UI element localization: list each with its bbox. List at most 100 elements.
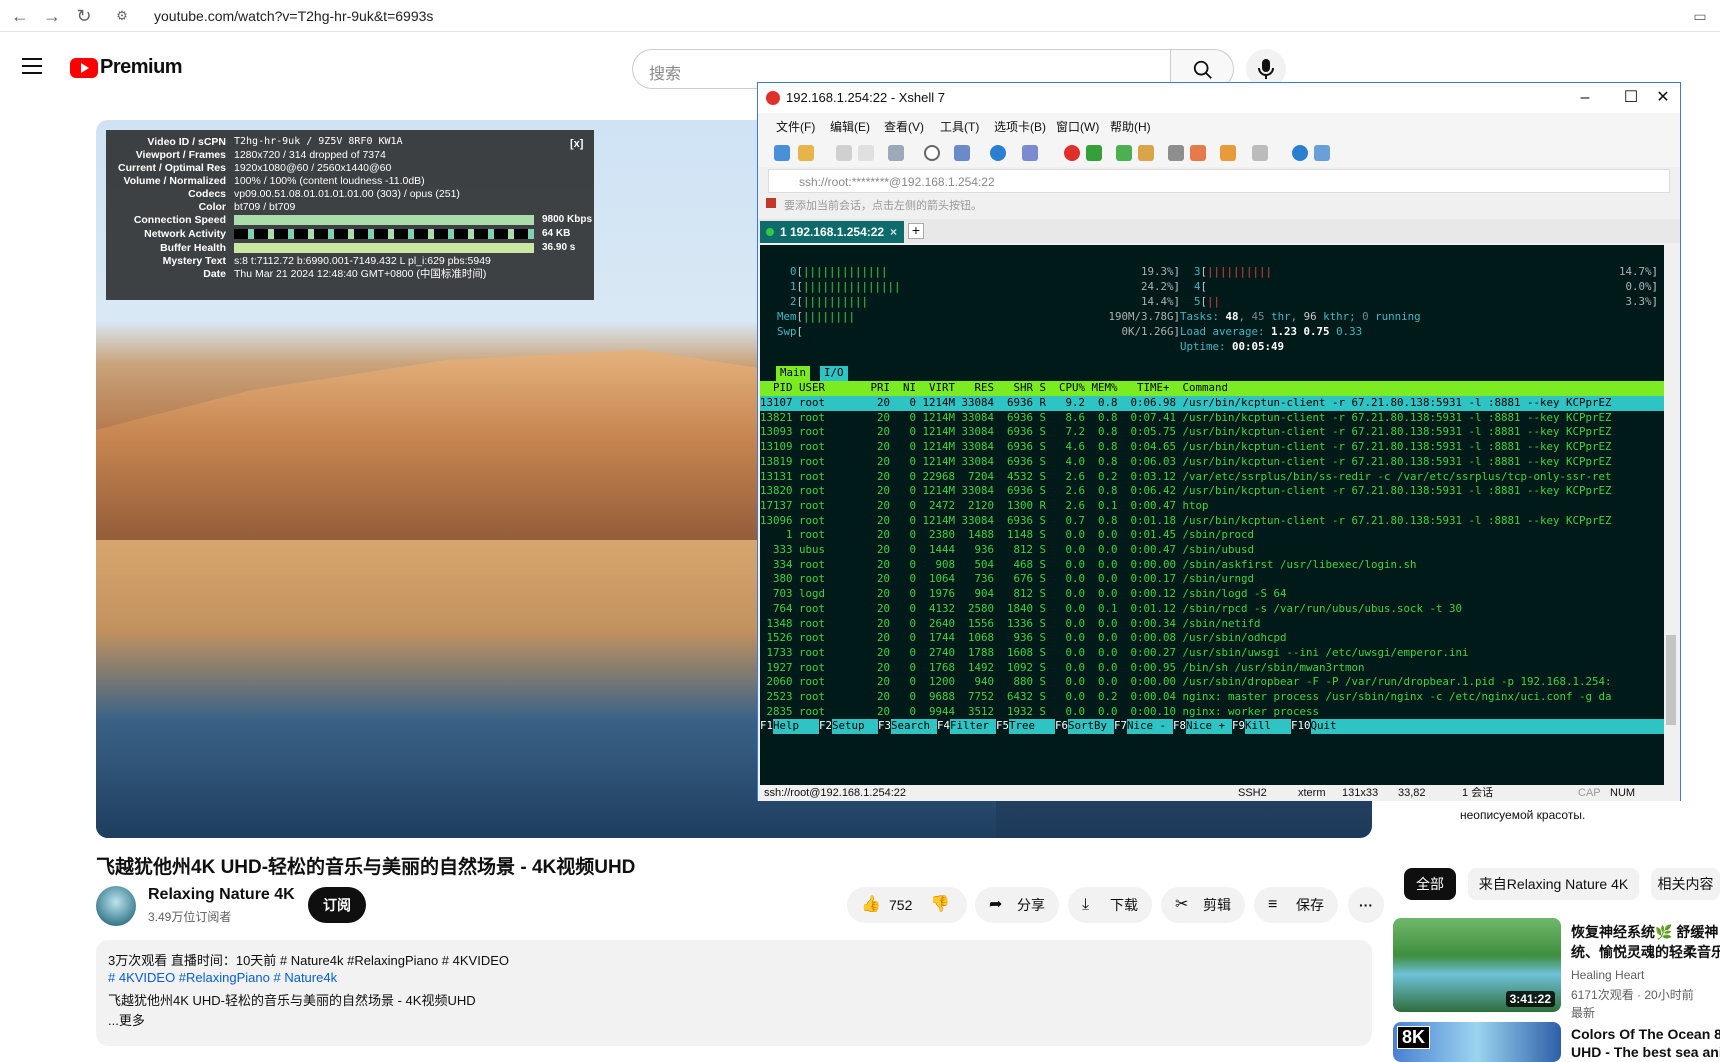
new-session-icon[interactable] xyxy=(774,145,790,161)
fkey-label[interactable]: Help xyxy=(773,719,819,734)
youtube-logo-icon[interactable] xyxy=(70,58,98,78)
help-icon[interactable] xyxy=(1292,145,1308,161)
channel-name[interactable]: Relaxing Nature 4K xyxy=(148,886,295,904)
description-hashtags[interactable]: # 4KVIDEO #RelaxingPiano # Nature4k xyxy=(108,970,337,985)
menu-icon[interactable] xyxy=(22,58,42,74)
process-row[interactable]: 334 root 20 0 908 504 468 S 0.0 0.0 0:00… xyxy=(760,558,1417,573)
close-icon[interactable]: ✕ xyxy=(1648,87,1678,109)
forward-icon[interactable]: → xyxy=(42,6,62,26)
related-video-title[interactable]: Colors Of The Ocean 8K xyxy=(1571,1026,1720,1042)
video-thumbnail[interactable]: 8K xyxy=(1393,1022,1561,1062)
transfer-icon[interactable] xyxy=(954,145,970,161)
fkey-f3[interactable]: F3 xyxy=(878,719,891,734)
related-video-channel[interactable]: Healing Heart xyxy=(1571,968,1644,982)
menu-help[interactable]: 帮助(H) xyxy=(1110,118,1151,135)
session-address-bar[interactable]: ssh://root:********@192.168.1.254:22 xyxy=(768,169,1670,193)
properties-icon[interactable] xyxy=(888,145,904,161)
process-row[interactable]: 13109 root 20 0 1214M 33084 6936 S 4.6 0… xyxy=(760,440,1612,455)
process-row[interactable]: 1733 root 20 0 2740 1788 1608 S 0.0 0.0 … xyxy=(760,646,1469,661)
fkey-label[interactable]: Nice + xyxy=(1186,719,1232,734)
chat-icon[interactable] xyxy=(1314,145,1330,161)
fkey-label[interactable]: Search xyxy=(891,719,937,734)
chip-related[interactable]: 相关内容 xyxy=(1651,868,1720,900)
fkey-label[interactable]: Quit xyxy=(1310,719,1664,734)
process-row[interactable]: 2835 root 20 0 9944 3512 1932 S 0.0 0.0 … xyxy=(760,705,1320,720)
minimize-icon[interactable]: – xyxy=(1570,87,1600,109)
fkey-f6[interactable]: F6 xyxy=(1055,719,1068,734)
related-video-title[interactable]: 恢复神经系统🌿 舒缓神 xyxy=(1571,922,1718,942)
xshell-titlebar[interactable]: 192.168.1.254:22 - Xshell 7 – ☐ ✕ xyxy=(758,83,1680,113)
fkey-f8[interactable]: F8 xyxy=(1173,719,1186,734)
fkey-label[interactable]: Kill xyxy=(1245,719,1291,734)
chip-all[interactable]: 全部 xyxy=(1404,868,1456,900)
process-row[interactable]: 2523 root 20 0 9688 7752 6432 S 0.0 0.2 … xyxy=(760,690,1612,705)
menu-file[interactable]: 文件(F) xyxy=(776,118,815,135)
more-actions-button[interactable]: ··· xyxy=(1348,887,1384,923)
fkey-f10[interactable]: F10 xyxy=(1291,719,1311,734)
description-box[interactable]: 3万次观看 直播时间：10天前 # Nature4k #RelaxingPian… xyxy=(96,940,1372,1046)
process-row[interactable]: 13096 root 20 0 1214M 33084 6936 S 0.7 0… xyxy=(760,514,1612,529)
save-button[interactable]: ≡ 保存 xyxy=(1254,887,1338,923)
fullscreen-icon[interactable] xyxy=(1116,145,1132,161)
show-more-link[interactable]: ...更多 xyxy=(108,1010,145,1029)
process-row[interactable]: 13821 root 20 0 1214M 33084 6936 S 8.6 0… xyxy=(760,411,1612,426)
menu-edit[interactable]: 编辑(E) xyxy=(830,118,870,135)
fkey-f2[interactable]: F2 xyxy=(819,719,832,734)
process-row[interactable]: 703 logd 20 0 1976 904 812 S 0.0 0.0 0:0… xyxy=(760,587,1287,602)
process-row[interactable]: 2060 root 20 0 1200 940 880 S 0.0 0.0 0:… xyxy=(760,675,1612,690)
screen-cast-icon[interactable]: ▭ xyxy=(1690,6,1710,26)
session-tab[interactable]: 1 192.168.1.254:22 × xyxy=(760,221,904,243)
disconnect-icon[interactable] xyxy=(858,145,874,161)
process-row[interactable]: 1 root 20 0 2380 1488 1148 S 0.0 0.0 0:0… xyxy=(760,528,1254,543)
fkey-f7[interactable]: F7 xyxy=(1114,719,1127,734)
find-icon[interactable] xyxy=(924,145,940,161)
script-icon[interactable] xyxy=(1086,145,1102,161)
process-row[interactable]: 13819 root 20 0 1214M 33084 6936 S 4.0 0… xyxy=(760,455,1612,470)
globe-icon[interactable] xyxy=(990,145,1006,161)
back-icon[interactable]: ← xyxy=(10,6,30,26)
menu-tabs[interactable]: 选项卡(B) xyxy=(994,118,1046,135)
menu-tools[interactable]: 工具(T) xyxy=(940,118,979,135)
font-icon[interactable] xyxy=(1022,145,1038,161)
fkey-label[interactable]: Setup xyxy=(832,719,878,734)
menu-window[interactable]: 窗口(W) xyxy=(1056,118,1099,135)
tab-close-icon[interactable]: × xyxy=(890,221,897,243)
process-row[interactable]: 1927 root 20 0 1768 1492 1092 S 0.0 0.0 … xyxy=(760,661,1365,676)
chip-from-channel[interactable]: 来自Relaxing Nature 4K xyxy=(1468,868,1639,900)
fkey-f9[interactable]: F9 xyxy=(1232,719,1245,734)
process-row[interactable]: 333 ubus 20 0 1444 936 812 S 0.0 0.0 0:0… xyxy=(760,543,1254,558)
process-row[interactable]: 13820 root 20 0 1214M 33084 6936 S 2.6 0… xyxy=(760,484,1612,499)
video-thumbnail[interactable]: 3:41:22 xyxy=(1393,918,1561,1012)
process-row[interactable]: 17137 root 20 0 2472 2120 1300 R 2.6 0.1… xyxy=(760,499,1209,514)
site-settings-icon[interactable]: ⚙ xyxy=(112,6,132,26)
add-tab-button[interactable]: + xyxy=(908,223,924,239)
maximize-icon[interactable]: ☐ xyxy=(1616,87,1646,109)
scrollbar-thumb[interactable] xyxy=(1666,635,1676,725)
layout-icon[interactable] xyxy=(1252,145,1268,161)
process-row[interactable]: 13131 root 20 0 22968 7204 4532 S 2.6 0.… xyxy=(760,470,1612,485)
process-row[interactable]: 1526 root 20 0 1744 1068 936 S 0.0 0.0 0… xyxy=(760,631,1287,646)
download-button[interactable]: ⤓ 下载 xyxy=(1068,887,1152,923)
logo-text[interactable]: Premium xyxy=(100,56,183,79)
address-bar[interactable]: youtube.com/watch?v=T2hg-hr-9uk&t=6993s xyxy=(154,8,433,24)
terminal[interactable]: 0[||||||||||||| 19.3%] 1[|||||||||||||||… xyxy=(760,245,1664,785)
selected-process-row[interactable]: 13107 root 20 0 1214M 33084 6936 R 9.2 0… xyxy=(760,396,1664,411)
process-row[interactable]: 380 root 20 0 1064 736 676 S 0.0 0.0 0:0… xyxy=(760,572,1254,587)
keyboard-icon[interactable] xyxy=(1168,145,1184,161)
related-video-title[interactable]: 统、愉悦灵魂的轻柔音乐 xyxy=(1571,942,1720,962)
dislike-button[interactable]: 👎 xyxy=(918,887,968,923)
reload-icon[interactable]: ↻ xyxy=(74,6,94,26)
process-row[interactable]: 1348 root 20 0 2640 1556 1336 S 0.0 0.0 … xyxy=(760,617,1261,632)
reconnect-icon[interactable] xyxy=(836,145,852,161)
xftp-icon[interactable] xyxy=(1064,145,1080,161)
fkey-f4[interactable]: F4 xyxy=(937,719,950,734)
process-row[interactable]: 13093 root 20 0 1214M 33084 6936 S 7.2 0… xyxy=(760,425,1612,440)
fkey-f1[interactable]: F1 xyxy=(760,719,773,734)
subscribe-button[interactable]: 订阅 xyxy=(308,887,366,923)
lock-icon[interactable] xyxy=(1138,145,1154,161)
process-row[interactable]: 764 root 20 0 4132 2580 1840 S 0.0 0.1 0… xyxy=(760,602,1462,617)
clip-button[interactable]: ✂ 剪辑 xyxy=(1161,887,1245,923)
fkey-label[interactable]: SortBy xyxy=(1068,719,1114,734)
htop-tab-io[interactable]: I/O xyxy=(820,366,848,381)
menu-view[interactable]: 查看(V) xyxy=(884,118,924,135)
